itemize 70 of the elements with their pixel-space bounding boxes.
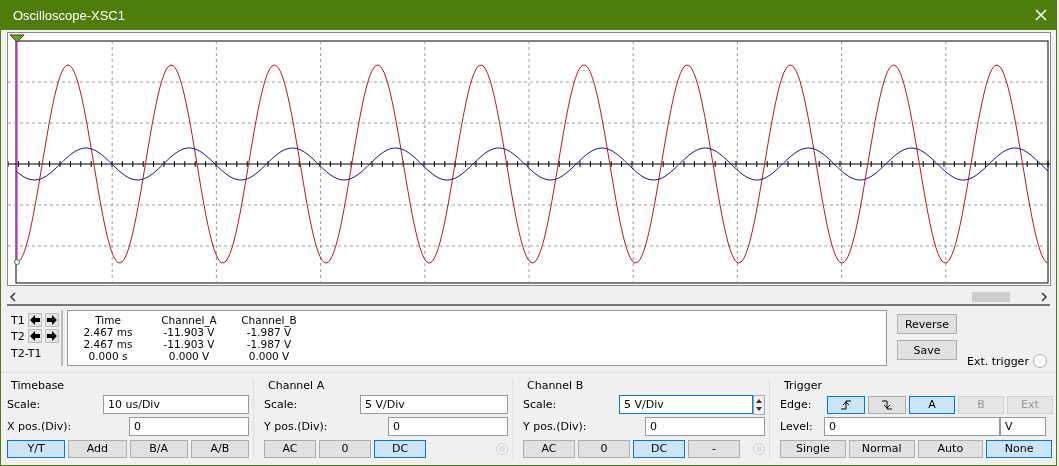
field-label: X pos.(Div): (7, 420, 73, 433)
mode-button[interactable]: - (688, 439, 740, 458)
mode-button[interactable]: DC (374, 439, 426, 458)
table-cell: 2.467 ms (83, 338, 133, 350)
column-header: Channel_B (241, 314, 297, 326)
column-header: Channel_A (161, 314, 217, 326)
spinner-icon (753, 394, 765, 415)
field-label: Scale: (264, 398, 299, 411)
field-label: Y pos.(Div): (264, 420, 329, 433)
mode-button[interactable]: Add (68, 439, 127, 458)
edge-button[interactable] (868, 395, 906, 414)
table-cell: 0.000 V (248, 350, 290, 362)
mode-button[interactable]: Y/T (7, 439, 66, 458)
mode-button[interactable]: 0 (578, 439, 630, 458)
mode-button[interactable]: AC (264, 439, 316, 458)
table-cell: 0.000 V (168, 350, 210, 362)
cursor-right-button[interactable] (45, 313, 59, 327)
scale-field[interactable]: 10 us/Div (103, 395, 249, 414)
scale-field[interactable]: 5 V/Div (619, 395, 753, 414)
mode-button[interactable]: Auto (917, 439, 984, 458)
action-button[interactable]: Reverse (897, 314, 957, 334)
radio-icon (753, 442, 765, 455)
table-cell: -1.987 V (246, 338, 292, 350)
falling-edge-icon (881, 398, 893, 411)
cursor-label: T2 (11, 329, 25, 343)
ext-trigger-label: Ext. trigger (967, 354, 1029, 368)
scrollbar-thumb[interactable] (972, 292, 1010, 302)
cursor-left-button[interactable] (28, 329, 42, 343)
field-label: Y pos.(Div): (523, 420, 588, 433)
mode-button[interactable]: Single (780, 439, 846, 458)
edge-button[interactable] (827, 395, 865, 414)
position-field[interactable]: 0 (388, 417, 508, 436)
group-title: Trigger (783, 379, 823, 392)
action-button[interactable]: Save (897, 340, 957, 360)
mode-button[interactable]: Normal (848, 439, 915, 458)
field-label: Edge: (780, 398, 813, 411)
mode-button[interactable]: None (986, 439, 1052, 458)
unit-field: V (1000, 417, 1046, 436)
table-cell: -1.987 V (246, 326, 292, 338)
source-button[interactable]: A (909, 395, 955, 414)
cursor-label: T2-T1 (11, 347, 43, 360)
mode-button[interactable]: AC (523, 439, 575, 458)
mode-button[interactable]: 0 (319, 439, 371, 458)
table-cell: -11.903 V (163, 338, 215, 350)
position-field[interactable]: 0 (645, 417, 765, 436)
level-field[interactable]: 0 (824, 417, 1000, 436)
group-title: Channel A (267, 379, 326, 392)
position-field[interactable]: 0 (129, 417, 249, 436)
field-label: Scale: (523, 398, 558, 411)
field-label: Level: (780, 420, 814, 433)
horizontal-scrollbar[interactable] (7, 290, 1050, 306)
table-cell: -11.903 V (163, 326, 215, 338)
cursor-label: T1 (11, 313, 25, 327)
table-cell: 2.467 ms (83, 326, 133, 338)
column-header: Time (95, 314, 121, 326)
mode-button[interactable]: B/A (129, 439, 188, 458)
cursor-left-button[interactable] (28, 313, 42, 327)
close-icon[interactable] (1034, 8, 1048, 22)
mode-button[interactable]: DC (633, 439, 685, 458)
scale-field[interactable]: 5 V/Div (360, 395, 508, 414)
radio-icon (496, 442, 508, 455)
rising-edge-icon (840, 398, 852, 411)
group-title: Channel B (526, 379, 585, 392)
table-cell: 0.000 s (88, 350, 128, 362)
window-title: Oscilloscope-XSC1 (13, 7, 125, 23)
cursor-right-button[interactable] (45, 329, 59, 343)
group-title: Timebase (10, 379, 66, 392)
field-label: Scale: (7, 398, 42, 411)
radio-button[interactable] (1032, 354, 1047, 368)
mode-button[interactable]: A/B (190, 439, 249, 458)
